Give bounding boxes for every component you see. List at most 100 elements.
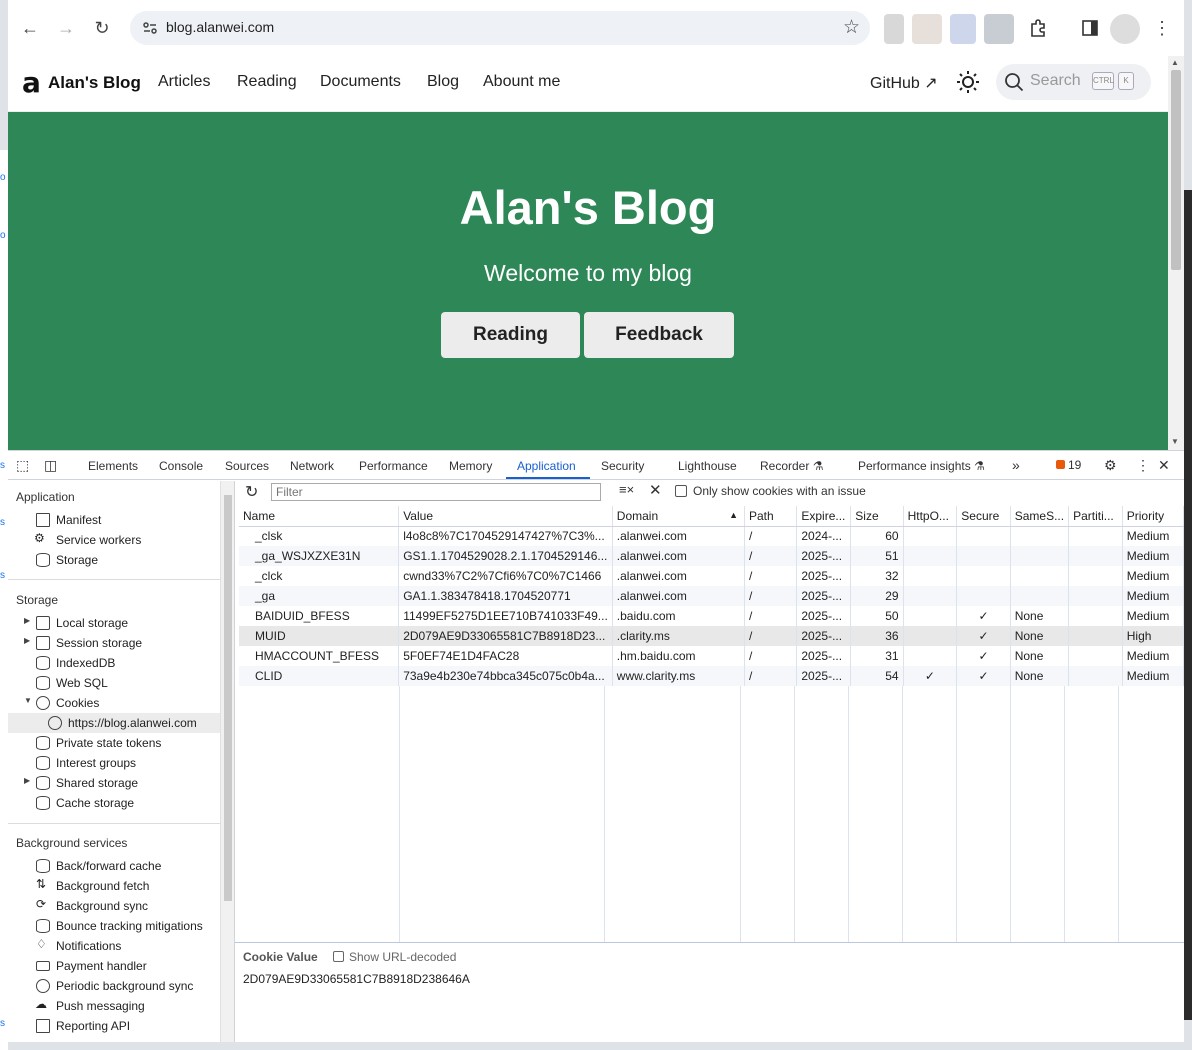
refresh-icon[interactable]: ↻ xyxy=(245,482,258,502)
sidebar-item-reporting-api[interactable]: Reporting API xyxy=(8,1016,220,1036)
sidebar-item-private-state-tokens[interactable]: Private state tokens xyxy=(8,733,220,753)
reload-icon[interactable]: ↻ xyxy=(88,14,116,42)
tab-performance-insights[interactable]: Performance insights ⚗ xyxy=(858,459,985,473)
column-header[interactable]: HttpO... xyxy=(903,506,958,527)
table-row[interactable]: _clck cwnd33%7C2%7Cfi6%7C0%7C1466 .alanwei… xyxy=(239,566,1184,586)
scroll-down-icon[interactable]: ▼ xyxy=(1171,437,1179,446)
expand-arrow-icon[interactable]: ▶ xyxy=(24,636,30,645)
nav-documents[interactable]: Documents xyxy=(320,73,401,91)
sidebar-item-local-storage[interactable]: ▶ Local storage xyxy=(8,613,220,633)
scroll-up-icon[interactable]: ▲ xyxy=(1171,58,1179,67)
extensions-puzzle-icon[interactable] xyxy=(1024,14,1052,42)
address-bar[interactable]: blog.alanwei.com ☆ xyxy=(130,11,870,45)
filter-input[interactable] xyxy=(271,483,601,501)
sidebar-item-payment-handler[interactable]: Payment handler xyxy=(8,956,220,976)
sidebar-item-cache-storage[interactable]: Cache storage xyxy=(8,793,220,813)
column-header[interactable]: Path xyxy=(744,506,798,527)
sidebar-item-cookie-origin[interactable]: https://blog.alanwei.com xyxy=(8,713,220,733)
sidebar-item-background-fetch[interactable]: ⇅ Background fetch xyxy=(8,876,220,896)
github-link[interactable]: GitHub ↗ xyxy=(870,73,938,93)
back-arrow-icon[interactable]: ← xyxy=(16,14,44,42)
site-logo[interactable]: a xyxy=(22,69,41,97)
sidebar-item-shared-storage[interactable]: ▶ Shared storage xyxy=(8,773,220,793)
tab-sources[interactable]: Sources xyxy=(225,459,269,473)
sidebar-item-indexeddb[interactable]: IndexedDB xyxy=(8,653,220,673)
tab-lighthouse[interactable]: Lighthouse xyxy=(678,459,737,473)
tab-performance[interactable]: Performance xyxy=(359,459,428,473)
table-row[interactable]: _ga GA1.1.383478418.1704520771 .alanwei.co… xyxy=(239,586,1184,606)
show-url-decoded-checkbox[interactable] xyxy=(333,951,344,962)
tab-network[interactable]: Network xyxy=(290,459,334,473)
column-header[interactable]: Secure xyxy=(956,506,1011,527)
sidebar-item-web-sql[interactable]: Web SQL xyxy=(8,673,220,693)
sidebar-item-back-forward-cache[interactable]: Back/forward cache xyxy=(8,856,220,876)
column-header[interactable]: Name xyxy=(239,506,400,527)
page-scrollbar[interactable]: ▲ ▼ xyxy=(1168,56,1184,450)
issues-counter[interactable]: 19 xyxy=(1056,458,1081,472)
forward-arrow-icon[interactable]: → xyxy=(52,14,80,42)
extension-icon[interactable] xyxy=(912,14,942,44)
sidebar-item-service-workers[interactable]: ⚙ Service workers xyxy=(8,530,220,550)
site-search-button[interactable]: Search CTRL K xyxy=(996,64,1151,100)
expand-arrow-icon[interactable]: ▶ xyxy=(24,616,30,625)
sidebar-item-notifications[interactable]: ♢ Notifications xyxy=(8,936,220,956)
site-brand[interactable]: Alan's Blog xyxy=(48,73,141,93)
tab-memory[interactable]: Memory xyxy=(449,459,492,473)
only-issues-checkbox[interactable] xyxy=(675,485,687,497)
sidebar-item-storage[interactable]: Storage xyxy=(8,550,220,570)
sidebar-item-cookies[interactable]: ▼ Cookies xyxy=(8,693,220,713)
sidebar-item-push-messaging[interactable]: ☁ Push messaging xyxy=(8,996,220,1016)
sidebar-item-manifest[interactable]: Manifest xyxy=(8,510,220,530)
sidebar-scrollbar[interactable] xyxy=(220,481,234,1042)
close-devtools-icon[interactable]: ✕ xyxy=(1158,457,1170,474)
column-header[interactable]: Priority xyxy=(1122,506,1184,527)
sidebar-item-background-sync[interactable]: ⟳ Background sync xyxy=(8,896,220,916)
tab-recorder[interactable]: Recorder ⚗ xyxy=(760,459,823,473)
nav-reading[interactable]: Reading xyxy=(237,73,297,91)
table-row[interactable]: CLID 73a9e4b230e74bbca345c075c0b4a... www.… xyxy=(239,666,1184,686)
settings-gear-icon[interactable]: ⚙ xyxy=(1104,457,1117,474)
nav-blog[interactable]: Blog xyxy=(427,73,459,91)
tab-security[interactable]: Security xyxy=(601,459,644,473)
extension-icon[interactable] xyxy=(884,14,904,44)
collapse-arrow-icon[interactable]: ▼ xyxy=(24,696,32,705)
table-row[interactable]: MUID 2D079AE9D33065581C7B8918D23... .clari… xyxy=(239,626,1184,646)
cookie-value-text[interactable]: 2D079AE9D33065581C7B8918D238646A xyxy=(243,972,470,986)
sidebar-item-session-storage[interactable]: ▶ Session storage xyxy=(8,633,220,653)
table-row[interactable]: _ga_WSJXZXE31N GS1.1.1704529028.2.1.17045… xyxy=(239,546,1184,566)
tab-console[interactable]: Console xyxy=(159,459,203,473)
column-header[interactable]: Size xyxy=(850,506,904,527)
table-row[interactable]: _clsk l4o8c8%7C1704529147427%7C3%... .alan… xyxy=(239,526,1184,546)
tab-elements[interactable]: Elements xyxy=(88,459,138,473)
delete-selected-icon[interactable]: ✕ xyxy=(649,481,662,499)
column-header[interactable]: Domain ▲ xyxy=(612,506,745,527)
column-header[interactable]: Partiti... xyxy=(1068,506,1123,527)
extension-icon[interactable] xyxy=(950,14,976,44)
theme-toggle-sun-icon[interactable] xyxy=(956,70,980,94)
tab-application[interactable]: Application xyxy=(517,459,576,473)
column-header[interactable]: SameS... xyxy=(1010,506,1070,527)
url-text[interactable]: blog.alanwei.com xyxy=(166,19,274,35)
expand-arrow-icon[interactable]: ▶ xyxy=(24,776,30,785)
devtools-menu-kebab-icon[interactable]: ⋮ xyxy=(1136,457,1150,474)
table-row[interactable]: BAIDUID_BFESS 11499EF5275D1EE710B741033F4… xyxy=(239,606,1184,626)
sidebar-item-bounce-tracking[interactable]: Bounce tracking mitigations xyxy=(8,916,220,936)
clear-all-cookies-icon[interactable]: ≡× xyxy=(619,482,634,497)
menu-kebab-icon[interactable]: ⋮ xyxy=(1148,14,1176,42)
scrollbar-thumb[interactable] xyxy=(224,495,232,901)
reading-button[interactable]: Reading xyxy=(441,312,580,358)
table-row[interactable]: HMACCOUNT_BFESS 5F0EF74E1D4FAC28 .hm.baidu… xyxy=(239,646,1184,666)
nav-about-me[interactable]: Abount me xyxy=(483,73,560,91)
profile-avatar[interactable] xyxy=(1110,14,1140,44)
extension-icon[interactable] xyxy=(984,14,1014,44)
side-panel-icon[interactable] xyxy=(1076,14,1104,42)
feedback-button[interactable]: Feedback xyxy=(584,312,734,358)
device-toolbar-icon[interactable]: ◫ xyxy=(44,457,57,474)
nav-articles[interactable]: Articles xyxy=(158,73,210,91)
bookmark-star-icon[interactable]: ☆ xyxy=(843,16,860,39)
scrollbar-thumb[interactable] xyxy=(1171,70,1181,270)
column-header[interactable]: Value xyxy=(398,506,613,527)
sidebar-item-periodic-background-sync[interactable]: Periodic background sync xyxy=(8,976,220,996)
column-header[interactable]: Expire... xyxy=(796,506,852,527)
more-tabs-chevron-icon[interactable]: » xyxy=(1012,457,1020,473)
